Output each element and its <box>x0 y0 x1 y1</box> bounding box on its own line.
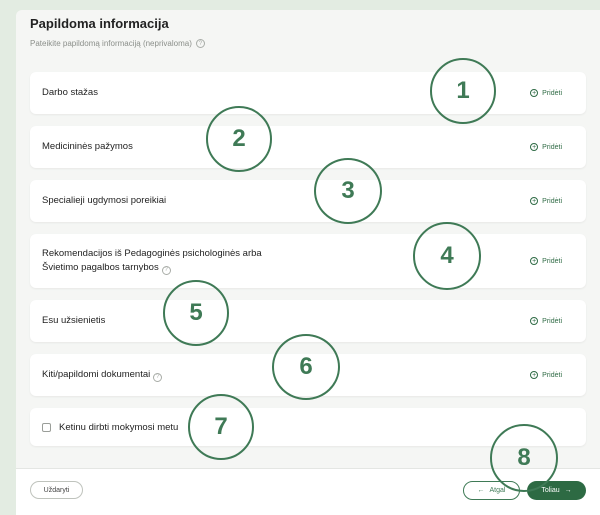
question-circle-icon[interactable]: ? <box>153 372 163 382</box>
arrow-left-icon: ← <box>477 487 485 494</box>
add-button-label: Pridėti <box>542 89 562 97</box>
page-subtitle: Pateikite papildomą informaciją (nepriva… <box>30 39 205 48</box>
add-button[interactable]: + Pridėti <box>530 143 562 151</box>
plus-circle-icon: + <box>530 197 539 205</box>
section-row-work-experience: Darbo stažas + Pridėti <box>30 72 586 114</box>
row-label: Medicininės pažymos <box>42 141 133 152</box>
plus-circle-icon: + <box>530 89 539 97</box>
add-button[interactable]: + Pridėti <box>530 371 562 379</box>
add-button-label: Pridėti <box>542 143 562 151</box>
row-label: Kiti/papildomi dokumentai? <box>42 368 163 382</box>
row-label: Esu užsienietis <box>42 315 106 326</box>
page-title: Papildoma informacija <box>30 16 169 31</box>
subtitle-text: Pateikite papildomą informaciją (nepriva… <box>30 39 192 48</box>
add-button-label: Pridėti <box>542 371 562 379</box>
section-row-foreigner: Esu užsienietis + Pridėti <box>30 300 586 342</box>
arrow-right-icon: → <box>564 487 572 494</box>
back-button-label: Atgal <box>489 487 506 494</box>
section-row-work-while-studying: Ketinu dirbti mokymosi metu <box>30 408 586 446</box>
plus-circle-icon: + <box>530 371 539 379</box>
work-while-studying-checkbox[interactable] <box>42 422 51 432</box>
row-label-text: Kiti/papildomi dokumentai <box>42 369 151 380</box>
next-button[interactable]: Toliau → <box>527 481 586 500</box>
question-circle-icon[interactable]: ? <box>161 265 171 275</box>
add-button[interactable]: + Pridėti <box>530 89 562 97</box>
row-label-line2: Švietimo pagalbos tarnybos <box>42 262 159 273</box>
checkbox-label[interactable]: Ketinu dirbti mokymosi metu <box>59 422 178 433</box>
add-button[interactable]: + Pridėti <box>530 197 562 205</box>
add-button-label: Pridėti <box>542 257 562 265</box>
row-label-line1: Rekomendacijos iš Pedagoginės psichologi… <box>42 248 262 259</box>
plus-circle-icon: + <box>530 143 539 151</box>
row-label: Rekomendacijos iš Pedagoginės psichologi… <box>42 247 262 275</box>
close-button[interactable]: Uždaryti <box>30 481 83 499</box>
section-row-special-needs: Specialieji ugdymosi poreikiai + Pridėti <box>30 180 586 222</box>
add-button-label: Pridėti <box>542 197 562 205</box>
add-button-label: Pridėti <box>542 317 562 325</box>
add-button[interactable]: + Pridėti <box>530 317 562 325</box>
add-button[interactable]: + Pridėti <box>530 257 562 265</box>
question-circle-icon[interactable]: ? <box>195 39 205 48</box>
row-label: Darbo stažas <box>42 87 98 98</box>
row-label: Specialieji ugdymosi poreikiai <box>42 195 167 206</box>
section-row-recommendations: Rekomendacijos iš Pedagoginės psichologi… <box>30 234 586 288</box>
section-row-other-documents: Kiti/papildomi dokumentai? + Pridėti <box>30 354 586 396</box>
section-row-medical-certificates: Medicininės pažymos + Pridėti <box>30 126 586 168</box>
plus-circle-icon: + <box>530 257 539 265</box>
next-button-label: Toliau <box>541 487 560 494</box>
plus-circle-icon: + <box>530 317 539 325</box>
back-button[interactable]: ← Atgal <box>463 481 520 500</box>
